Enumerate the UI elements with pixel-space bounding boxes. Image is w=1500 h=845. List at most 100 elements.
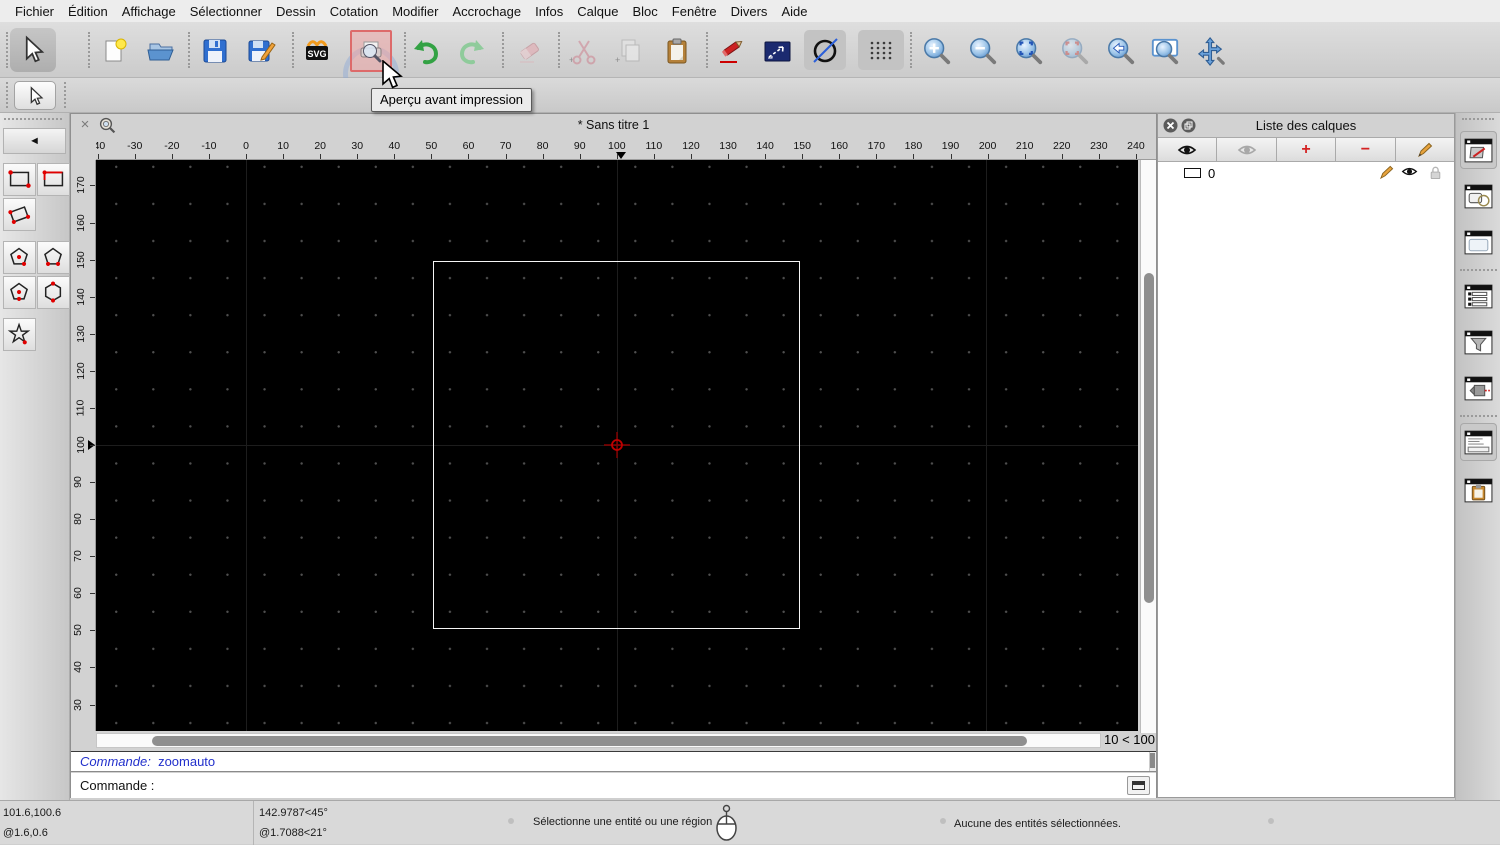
menu-calque[interactable]: Calque	[577, 4, 618, 19]
paste-button[interactable]	[660, 34, 694, 68]
zoom-in-button[interactable]	[920, 34, 954, 68]
rectangle-three-points-tool[interactable]	[3, 198, 36, 231]
collapse-toolbar-button[interactable]: ◄	[3, 128, 66, 154]
zoom-selection-button[interactable]	[1058, 34, 1092, 68]
toolbar-separator	[6, 32, 8, 68]
polygon-center-side-tool[interactable]	[3, 276, 36, 309]
menu-divers[interactable]: Divers	[731, 4, 768, 19]
erase-button[interactable]	[512, 34, 546, 68]
new-document-icon	[105, 38, 127, 62]
edit-layer-button[interactable]	[1396, 138, 1454, 161]
layer-row[interactable]: 0	[1158, 162, 1454, 184]
show-all-layers-button[interactable]	[1158, 138, 1218, 161]
zoom-previous-button[interactable]	[1104, 34, 1138, 68]
v-ruler-label: 110	[74, 399, 87, 417]
undo-button[interactable]	[408, 34, 442, 68]
layer-visibility-eye-icon[interactable]	[1401, 165, 1418, 178]
h-ruler-tick	[653, 154, 655, 159]
library-browser-dock-button[interactable]	[1460, 223, 1497, 261]
command-input[interactable]	[161, 775, 1111, 796]
horizontal-scrollbar-thumb[interactable]	[152, 736, 1027, 746]
block-list-dock-button[interactable]	[1460, 177, 1497, 215]
selection-rectangle-button[interactable]	[760, 34, 794, 68]
entity-list-dock-button[interactable]	[1460, 277, 1497, 315]
redo-button[interactable]	[456, 34, 490, 68]
pencil-icon	[1417, 142, 1433, 157]
layer-lock-icon[interactable]	[1429, 165, 1442, 180]
menu-fichier[interactable]: Fichier	[15, 4, 54, 19]
polygon-center-vertex-tool[interactable]	[3, 241, 36, 274]
menu-fenetre[interactable]: Fenêtre	[672, 4, 717, 19]
pan-view-button[interactable]	[1194, 34, 1228, 68]
command-widget-dock-button[interactable]	[1460, 423, 1497, 461]
v-ruler-tick	[90, 593, 95, 595]
polygon-inscribed-tool[interactable]	[37, 276, 70, 309]
zoom-auto-button[interactable]	[1012, 34, 1046, 68]
command-window-icon	[1464, 430, 1493, 454]
pen-palette-dock-button[interactable]	[1460, 369, 1497, 407]
grid-toggle-button[interactable]	[858, 30, 904, 70]
left-tool-dock: ◄	[0, 113, 70, 800]
vertical-ruler: 170 160 150 140 130 120 110 100 90 80 70 60 50 40 30	[71, 160, 96, 731]
new-document-button[interactable]	[98, 34, 132, 68]
copy-button[interactable]: +	[612, 34, 646, 68]
cut-button[interactable]: +	[566, 34, 600, 68]
open-file-button[interactable]	[144, 34, 178, 68]
command-window-button[interactable]	[1127, 776, 1150, 795]
menu-cotation[interactable]: Cotation	[330, 4, 378, 19]
zoom-window-button[interactable]	[1148, 34, 1182, 68]
h-ruler-tick	[765, 154, 767, 159]
command-row: Commande :	[71, 773, 1156, 798]
clipboard-dock-button[interactable]	[1460, 471, 1497, 509]
zoom-out-icon	[970, 38, 997, 65]
menu-bar: Fichier Édition Affichage Sélectionner Dessi…	[0, 0, 1500, 22]
rectangle-size-tool[interactable]	[37, 163, 70, 196]
h-ruler-tick	[505, 154, 507, 159]
eye-icon	[1177, 145, 1197, 154]
vertical-scrollbar-thumb[interactable]	[1144, 273, 1154, 603]
zoom-previous-icon	[1108, 38, 1135, 65]
remove-layer-button[interactable]: −	[1336, 138, 1396, 161]
save-as-button[interactable]	[244, 34, 278, 68]
menu-edition[interactable]: Édition	[68, 4, 108, 19]
menu-selectionner[interactable]: Sélectionner	[190, 4, 262, 19]
layer-edit-pencil-icon[interactable]	[1379, 165, 1394, 180]
zoom-out-button[interactable]	[966, 34, 1000, 68]
polygon-two-vertices-tool[interactable]	[37, 241, 70, 274]
menu-infos[interactable]: Infos	[535, 4, 563, 19]
selection-pointer-button[interactable]	[10, 28, 56, 72]
dock-handle[interactable]	[1462, 118, 1494, 120]
menu-dessin[interactable]: Dessin	[276, 4, 316, 19]
add-layer-button[interactable]: +	[1277, 138, 1337, 161]
menu-affichage[interactable]: Affichage	[122, 4, 176, 19]
menu-bloc[interactable]: Bloc	[632, 4, 657, 19]
scissors-icon: +	[569, 40, 596, 65]
history-scrollbar[interactable]	[1149, 752, 1156, 771]
dock-handle[interactable]	[4, 118, 62, 120]
save-button[interactable]	[198, 34, 232, 68]
vertical-scrollbar[interactable]	[1140, 160, 1156, 733]
menu-modifier[interactable]: Modifier	[392, 4, 438, 19]
rectangle-two-corners-tool[interactable]	[3, 163, 36, 196]
export-svg-button[interactable]: SVG	[300, 34, 334, 68]
window-glyph-icon	[1132, 781, 1145, 790]
history-scrollbar-thumb[interactable]	[1150, 753, 1155, 768]
horizontal-scrollbar[interactable]	[96, 733, 1101, 748]
draft-mode-button[interactable]	[804, 30, 846, 70]
menu-accrochage[interactable]: Accrochage	[452, 4, 521, 19]
copy-icon: +	[615, 39, 640, 65]
draw-pen-button[interactable]	[714, 34, 748, 68]
pointer-tool-button[interactable]	[14, 81, 56, 110]
action-hint: Sélectionne une entité ou une région	[533, 816, 713, 828]
hide-all-layers-button[interactable]	[1217, 138, 1277, 161]
h-ruler-label: 150	[793, 140, 811, 152]
layer-color-swatch	[1184, 168, 1201, 178]
star-tool[interactable]	[3, 318, 36, 351]
filter-dock-button[interactable]	[1460, 323, 1497, 361]
h-ruler-label: 100	[608, 140, 626, 152]
layer-list-dock-button[interactable]	[1460, 131, 1497, 169]
menu-aide[interactable]: Aide	[781, 4, 807, 19]
drawing-canvas[interactable]	[96, 160, 1138, 731]
drawing-window: × * Sans titre 1 -40 -30 -20 -10 0 10 20 30 40 50…	[70, 113, 1157, 798]
hexagon-icon	[44, 281, 62, 303]
